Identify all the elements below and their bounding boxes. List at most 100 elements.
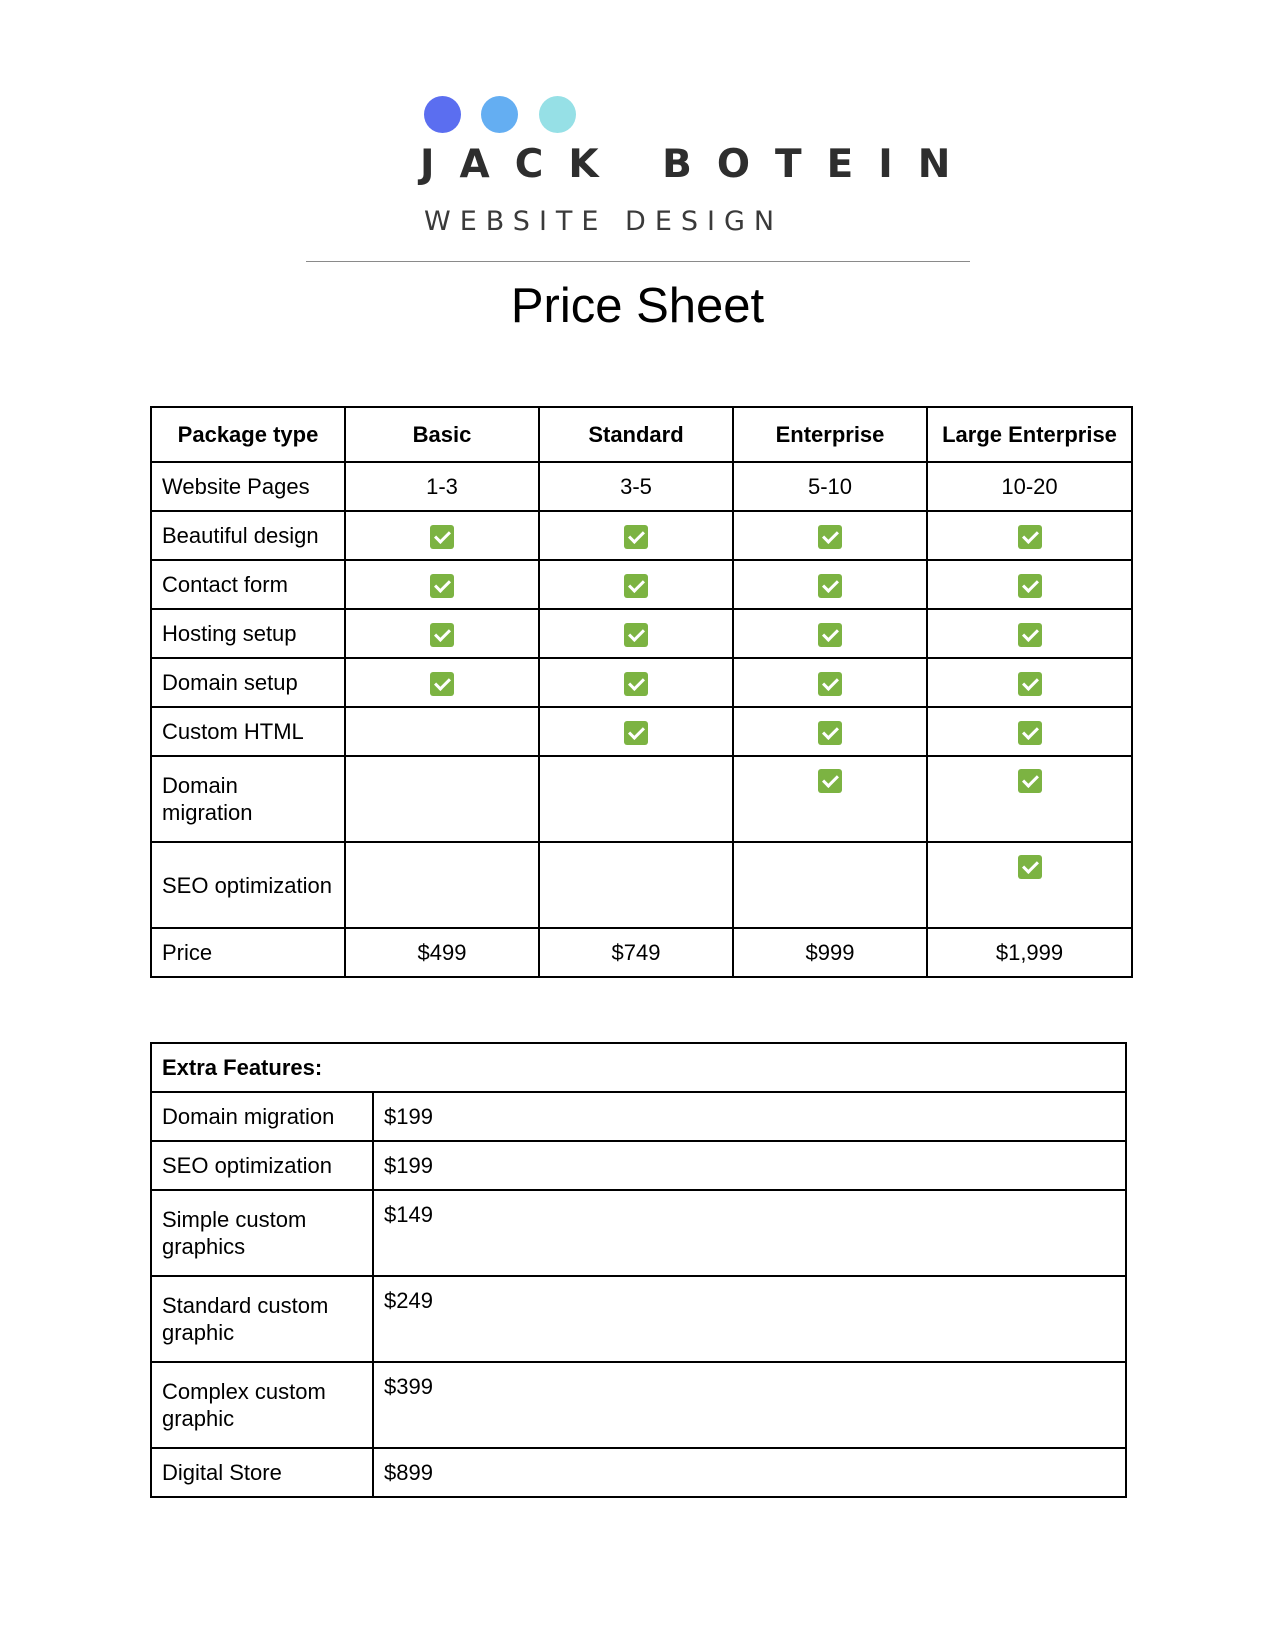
- company-logo: JACK BOTEIN WEBSITE DESIGN: [420, 94, 950, 244]
- feature-cell: [538, 510, 734, 561]
- extra-feature-row: Simple custom graphics $149: [150, 1189, 1127, 1277]
- green-check-icon: [624, 671, 648, 696]
- feature-cell: [926, 755, 1133, 843]
- extra-feature-name: Digital Store: [150, 1447, 374, 1498]
- green-check-icon: [430, 524, 454, 549]
- row-label: Contact form: [150, 559, 346, 610]
- extra-feature-name: Complex custom graphic: [150, 1361, 374, 1449]
- feature-cell: [732, 657, 928, 708]
- extra-feature-row: SEO optimization $199: [150, 1140, 1127, 1191]
- page-title: Price Sheet: [510, 279, 765, 333]
- table-row: Hosting setup: [150, 608, 1133, 659]
- green-check-icon: [1017, 769, 1042, 794]
- price-cell: $749: [538, 927, 734, 978]
- extra-feature-name: Standard custom graphic: [150, 1275, 374, 1363]
- green-check-icon: [624, 524, 648, 549]
- green-check-icon: [1017, 855, 1042, 880]
- feature-cell: [344, 559, 540, 610]
- extra-feature-price: $199: [372, 1091, 1127, 1142]
- pages-basic: 1-3: [344, 461, 540, 512]
- pages-enterprise: 5-10: [732, 461, 928, 512]
- pages-large-enterprise: 10-20: [926, 461, 1133, 512]
- feature-cell: [926, 510, 1133, 561]
- feature-cell: [926, 841, 1133, 929]
- table-row: Website Pages 1-3 3-5 5-10 10-20: [150, 461, 1133, 512]
- pages-standard: 3-5: [538, 461, 734, 512]
- price-row: Price $499 $749 $999 $1,999: [150, 927, 1133, 978]
- extra-feature-price: $149: [372, 1189, 1127, 1277]
- feature-cell: [926, 559, 1133, 610]
- feature-cell: [538, 841, 734, 929]
- logo-dot-1: [424, 96, 461, 133]
- table-row: SEO optimization: [150, 841, 1133, 929]
- extra-feature-row: Digital Store $899: [150, 1447, 1127, 1498]
- header-basic: Basic: [344, 406, 540, 463]
- feature-cell: [926, 608, 1133, 659]
- green-check-icon: [430, 622, 454, 647]
- feature-cell: [732, 841, 928, 929]
- table-row: Domain migration: [150, 755, 1133, 843]
- header-large-enterprise: Large Enterprise: [926, 406, 1133, 463]
- feature-cell: [344, 755, 540, 843]
- feature-cell: [344, 841, 540, 929]
- green-check-icon: [1017, 671, 1042, 696]
- green-check-icon: [818, 720, 842, 745]
- feature-cell: [538, 755, 734, 843]
- feature-cell: [344, 510, 540, 561]
- feature-cell: [538, 657, 734, 708]
- extra-header-row: Extra Features:: [150, 1042, 1127, 1093]
- price-cell: $499: [344, 927, 540, 978]
- logo-dot-3: [539, 96, 576, 133]
- row-label: Custom HTML: [150, 706, 346, 757]
- feature-cell: [538, 608, 734, 659]
- row-label: Website Pages: [150, 461, 346, 512]
- extra-feature-price: $399: [372, 1361, 1127, 1449]
- extra-feature-price: $899: [372, 1447, 1127, 1498]
- feature-cell: [538, 559, 734, 610]
- row-label: Domain setup: [150, 657, 346, 708]
- green-check-icon: [818, 769, 842, 794]
- extra-features-table: Extra Features: Domain migration $199 SEO …: [150, 1042, 1127, 1498]
- green-check-icon: [818, 622, 842, 647]
- extra-feature-price: $199: [372, 1140, 1127, 1191]
- feature-cell: [732, 510, 928, 561]
- table-row: Beautiful design: [150, 510, 1133, 561]
- header-divider: [306, 261, 970, 262]
- extra-feature-name: SEO optimization: [150, 1140, 374, 1191]
- green-check-icon: [818, 671, 842, 696]
- table-row: Custom HTML: [150, 706, 1133, 757]
- header-standard: Standard: [538, 406, 734, 463]
- extra-feature-name: Domain migration: [150, 1091, 374, 1142]
- green-check-icon: [1017, 622, 1042, 647]
- extra-feature-row: Standard custom graphic $249: [150, 1275, 1127, 1363]
- header-package-type: Package type: [150, 406, 346, 463]
- feature-cell: [538, 706, 734, 757]
- feature-cell: [732, 559, 928, 610]
- extra-feature-name: Simple custom graphics: [150, 1189, 374, 1277]
- green-check-icon: [624, 573, 648, 598]
- feature-cell: [926, 706, 1133, 757]
- green-check-icon: [1017, 573, 1042, 598]
- feature-cell: [926, 657, 1133, 708]
- price-cell: $1,999: [926, 927, 1133, 978]
- feature-cell: [344, 657, 540, 708]
- green-check-icon: [624, 720, 648, 745]
- feature-cell: [732, 608, 928, 659]
- row-label: Beautiful design: [150, 510, 346, 561]
- extra-features-heading: Extra Features:: [150, 1042, 1127, 1093]
- header-enterprise: Enterprise: [732, 406, 928, 463]
- green-check-icon: [1017, 720, 1042, 745]
- table-row: Domain setup: [150, 657, 1133, 708]
- logo-subtitle: WEBSITE DESIGN: [424, 206, 784, 237]
- row-label: SEO optimization: [150, 841, 346, 929]
- green-check-icon: [624, 622, 648, 647]
- table-row: Contact form: [150, 559, 1133, 610]
- logo-company-name: JACK BOTEIN: [420, 142, 976, 187]
- extra-feature-row: Complex custom graphic $399: [150, 1361, 1127, 1449]
- logo-dot-2: [481, 96, 518, 133]
- row-label: Hosting setup: [150, 608, 346, 659]
- green-check-icon: [818, 524, 842, 549]
- extra-feature-price: $249: [372, 1275, 1127, 1363]
- package-table: Package type Basic Standard Enterprise L…: [150, 406, 1133, 978]
- green-check-icon: [818, 573, 842, 598]
